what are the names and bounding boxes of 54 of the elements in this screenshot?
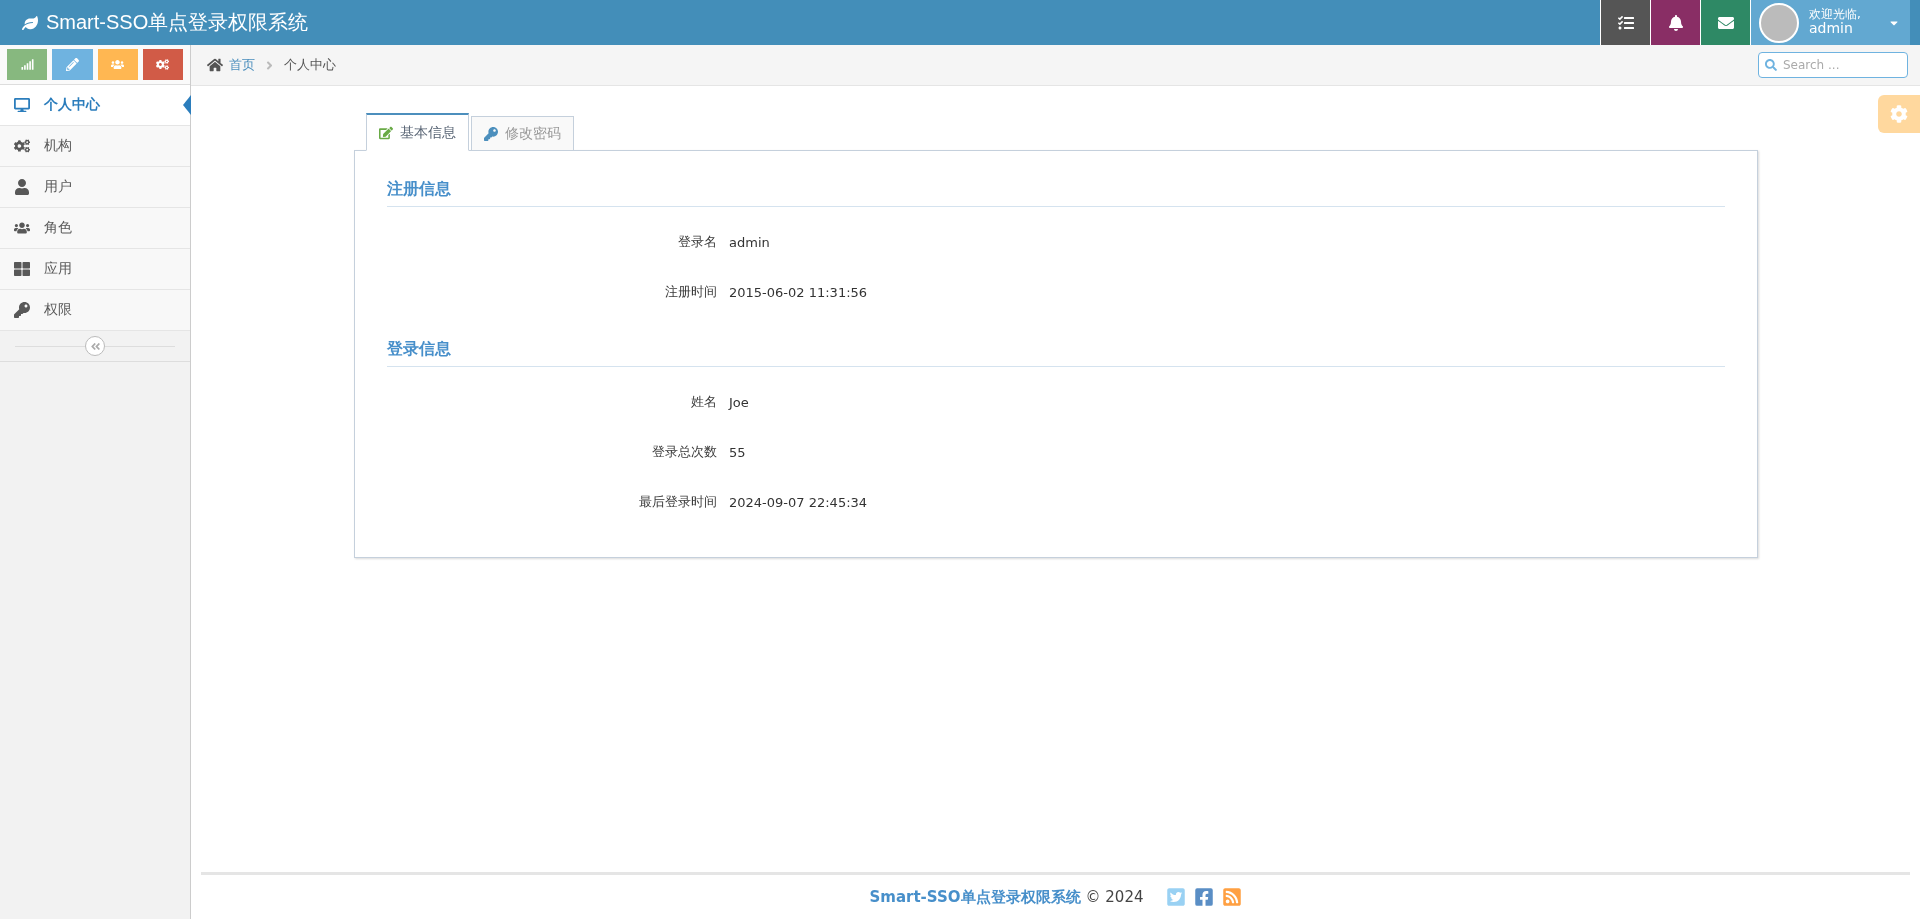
sidebar-item[interactable]: 权限	[0, 290, 190, 331]
field-value: 55	[729, 444, 747, 460]
footer-brand: Smart-SSO单点登录权限系统	[869, 887, 1081, 907]
field-label: 姓名	[690, 393, 717, 411]
home-icon	[207, 57, 223, 73]
greeting-text: 欢迎光临,	[1809, 8, 1861, 22]
sidebar-item[interactable]: 角色	[0, 208, 190, 249]
list-icon	[1617, 14, 1634, 31]
search-icon	[1765, 59, 1777, 71]
sidebar-item[interactable]: 机构	[0, 126, 190, 167]
breadcrumb-current: 个人中心	[284, 56, 336, 74]
settings-button[interactable]	[1878, 95, 1920, 133]
edit-icon	[379, 125, 393, 140]
shortcut-button[interactable]	[142, 49, 183, 80]
field-value: 2024-09-07 22:45:34	[729, 494, 869, 510]
users-icon	[111, 58, 125, 71]
notifications-button[interactable]	[1650, 0, 1700, 45]
collapse-button[interactable]	[85, 336, 105, 356]
sidebar-item[interactable]: 个人中心	[0, 85, 190, 126]
signal-icon	[20, 58, 34, 71]
section-title: 登录信息	[387, 339, 1725, 367]
sidebar-item[interactable]: 应用	[0, 249, 190, 290]
leaf-icon	[22, 14, 38, 31]
avatar-placeholder	[1759, 2, 1799, 43]
app-title: Smart-SSO单点登录权限系统	[46, 10, 309, 35]
field-label: 登录名	[677, 233, 717, 251]
shortcut-button[interactable]	[52, 49, 93, 80]
settings-icon	[1890, 105, 1908, 123]
pencil-icon	[65, 58, 79, 71]
field-label: 注册时间	[664, 283, 717, 301]
tasks-button[interactable]	[1600, 0, 1650, 45]
gears-icon	[156, 58, 170, 71]
tab[interactable]: 基本信息	[366, 113, 469, 151]
user-name: admin	[1809, 21, 1853, 37]
facebook-icon[interactable]	[1193, 887, 1214, 907]
field-label: 最后登录时间	[638, 493, 717, 511]
twitter-icon[interactable]	[1165, 887, 1186, 907]
shortcut-button[interactable]	[7, 49, 48, 80]
double-chevron-icon	[89, 340, 101, 352]
active-pointer	[183, 95, 191, 115]
section-title: 注册信息	[387, 179, 1725, 207]
field-value: 2015-06-02 11:31:56	[729, 284, 869, 300]
sidebar-item[interactable]: 用户	[0, 167, 190, 208]
search-field[interactable]: Search ...	[1758, 52, 1908, 78]
shortcut-button[interactable]	[97, 49, 138, 80]
rss-icon[interactable]	[1221, 887, 1242, 907]
field-label: 登录总次数	[651, 443, 717, 461]
messages-button[interactable]	[1700, 0, 1750, 45]
key-icon	[484, 126, 498, 141]
copyright-text: © 2024	[1085, 887, 1144, 907]
field-value: Joe	[729, 394, 750, 410]
field-value: admin	[729, 234, 771, 250]
envelope-icon	[1717, 14, 1734, 31]
bell-icon	[1667, 14, 1684, 31]
